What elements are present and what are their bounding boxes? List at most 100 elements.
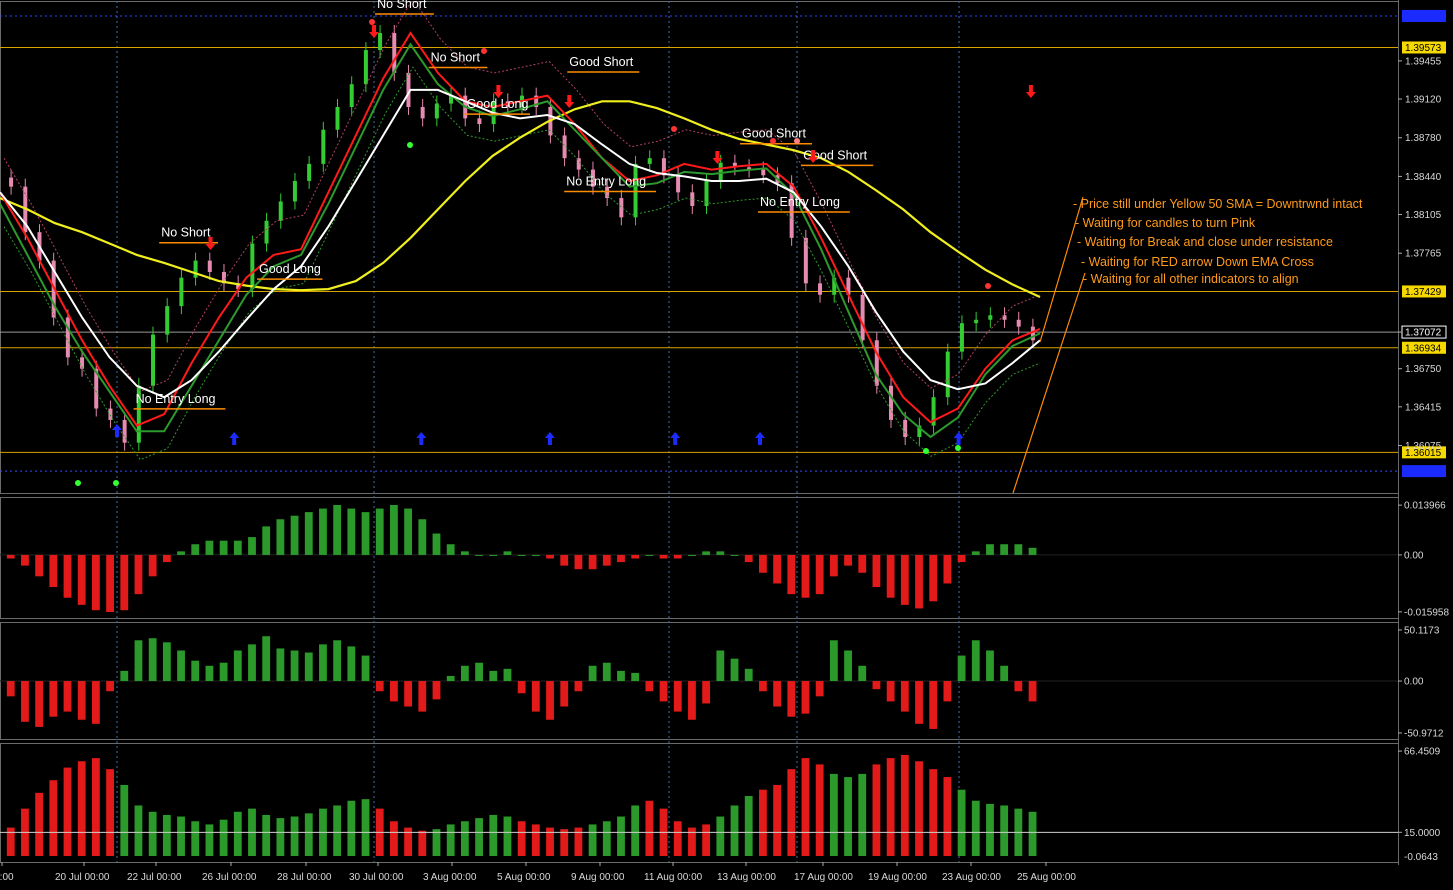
histogram-bar xyxy=(35,681,44,727)
histogram-bar xyxy=(673,821,682,856)
histogram-bar xyxy=(688,681,696,720)
histogram-bar xyxy=(418,681,427,712)
histogram-bar xyxy=(929,554,938,602)
histogram-bar xyxy=(91,758,100,856)
histogram-bar xyxy=(1014,544,1023,555)
candle-body xyxy=(1016,319,1021,327)
histogram-bar xyxy=(446,824,455,856)
histogram-bar xyxy=(773,681,781,707)
histogram-bar xyxy=(1000,544,1009,555)
histogram-bar xyxy=(177,650,185,682)
candle-body xyxy=(278,201,283,221)
histogram-bar xyxy=(744,796,753,856)
histogram-bar xyxy=(971,640,980,682)
histogram-bar xyxy=(872,764,881,856)
histogram-bar xyxy=(801,554,810,598)
histogram-bar xyxy=(588,665,597,682)
histogram-bar xyxy=(205,665,214,682)
histogram-bar xyxy=(319,508,327,555)
histogram-bar xyxy=(248,537,256,555)
histogram-bar xyxy=(503,668,512,682)
candle-body xyxy=(761,169,766,176)
histogram-bar xyxy=(858,665,867,682)
x-tick-label: Jul 00:00 xyxy=(0,872,14,883)
histogram-bar xyxy=(773,784,781,856)
histogram-bar xyxy=(390,505,398,555)
histogram-bar xyxy=(844,650,852,682)
y-tick-label: 0.00 xyxy=(1404,677,1424,688)
histogram-bar xyxy=(574,554,583,570)
annotation-label: No Entry Long xyxy=(566,175,646,189)
candle-body xyxy=(65,317,70,358)
histogram-bar xyxy=(631,672,640,682)
histogram-bar xyxy=(503,551,512,555)
histogram-bar xyxy=(148,554,157,577)
histogram-bar xyxy=(262,526,271,555)
candle-body xyxy=(363,50,368,85)
histogram-bar xyxy=(347,800,356,856)
histogram-bar xyxy=(986,544,994,555)
histogram-bar xyxy=(546,554,554,559)
histogram-bar xyxy=(21,554,29,566)
annotation-label: No Entry Long xyxy=(136,392,216,406)
histogram-bar xyxy=(773,554,781,584)
histogram-bar xyxy=(759,554,767,573)
histogram-bar xyxy=(517,554,526,556)
candle-body xyxy=(647,158,652,164)
trade-note: - Waiting for RED arrow Down EMA Cross xyxy=(1081,255,1314,269)
signal-dot xyxy=(481,48,487,54)
y-tick-label: 1.39120 xyxy=(1405,95,1442,106)
histogram-bar xyxy=(106,554,114,612)
histogram-bar xyxy=(602,662,611,682)
candle-body xyxy=(420,106,425,119)
histogram-bar xyxy=(148,811,157,856)
histogram-bar xyxy=(162,642,171,682)
histogram-bar xyxy=(801,681,810,714)
histogram-bar xyxy=(971,551,980,555)
histogram-bar xyxy=(276,648,285,682)
candle-body xyxy=(165,306,170,335)
trade-note: - Price still under Yellow 50 SMA = Down… xyxy=(1073,197,1363,211)
histogram-bar xyxy=(957,789,966,856)
candle-body xyxy=(207,260,212,272)
histogram-bar xyxy=(390,821,398,856)
trade-note: - Waiting for all other indicators to al… xyxy=(1083,272,1299,286)
histogram-bar xyxy=(673,554,682,559)
histogram-bar xyxy=(106,681,114,692)
histogram-bar xyxy=(91,681,100,724)
histogram-bar xyxy=(886,681,895,702)
histogram-bar xyxy=(276,519,285,555)
annotation-label: Good Short xyxy=(569,55,633,69)
histogram-bar xyxy=(1000,665,1009,682)
histogram-bar xyxy=(49,681,58,717)
annotation-label: No Short xyxy=(161,226,211,240)
x-tick-label: 23 Aug 00:00 xyxy=(942,872,1001,883)
candle-body xyxy=(392,33,397,73)
histogram-bar xyxy=(1028,681,1037,702)
histogram-bar xyxy=(531,554,540,556)
x-tick-label: 20 Jul 00:00 xyxy=(55,872,110,883)
candle-body xyxy=(633,163,638,218)
histogram-bar xyxy=(63,767,72,856)
histogram-bar xyxy=(872,554,881,588)
histogram-bar xyxy=(943,554,952,584)
y-tick-label: 1.38440 xyxy=(1405,172,1442,183)
histogram-bar xyxy=(844,554,852,566)
histogram-bar xyxy=(659,554,668,559)
blue-level-box xyxy=(1402,9,1446,22)
histogram-bar xyxy=(915,761,923,856)
histogram-bar xyxy=(120,670,129,682)
histogram-bar xyxy=(35,554,44,577)
histogram-bar xyxy=(134,805,143,856)
histogram-bar xyxy=(957,655,966,682)
candle-body xyxy=(619,198,624,218)
histogram-bar xyxy=(602,821,611,856)
histogram-bar xyxy=(915,681,923,724)
trading-chart[interactable]: No Short No Short Good Short Good Long Good … xyxy=(0,0,1453,890)
histogram-bar xyxy=(957,554,966,563)
annotation-label: No Short xyxy=(431,50,481,64)
x-tick-label: 9 Aug 00:00 xyxy=(571,872,625,883)
histogram-bar xyxy=(900,681,909,712)
histogram-bar xyxy=(475,818,483,856)
histogram-bar xyxy=(304,652,313,682)
